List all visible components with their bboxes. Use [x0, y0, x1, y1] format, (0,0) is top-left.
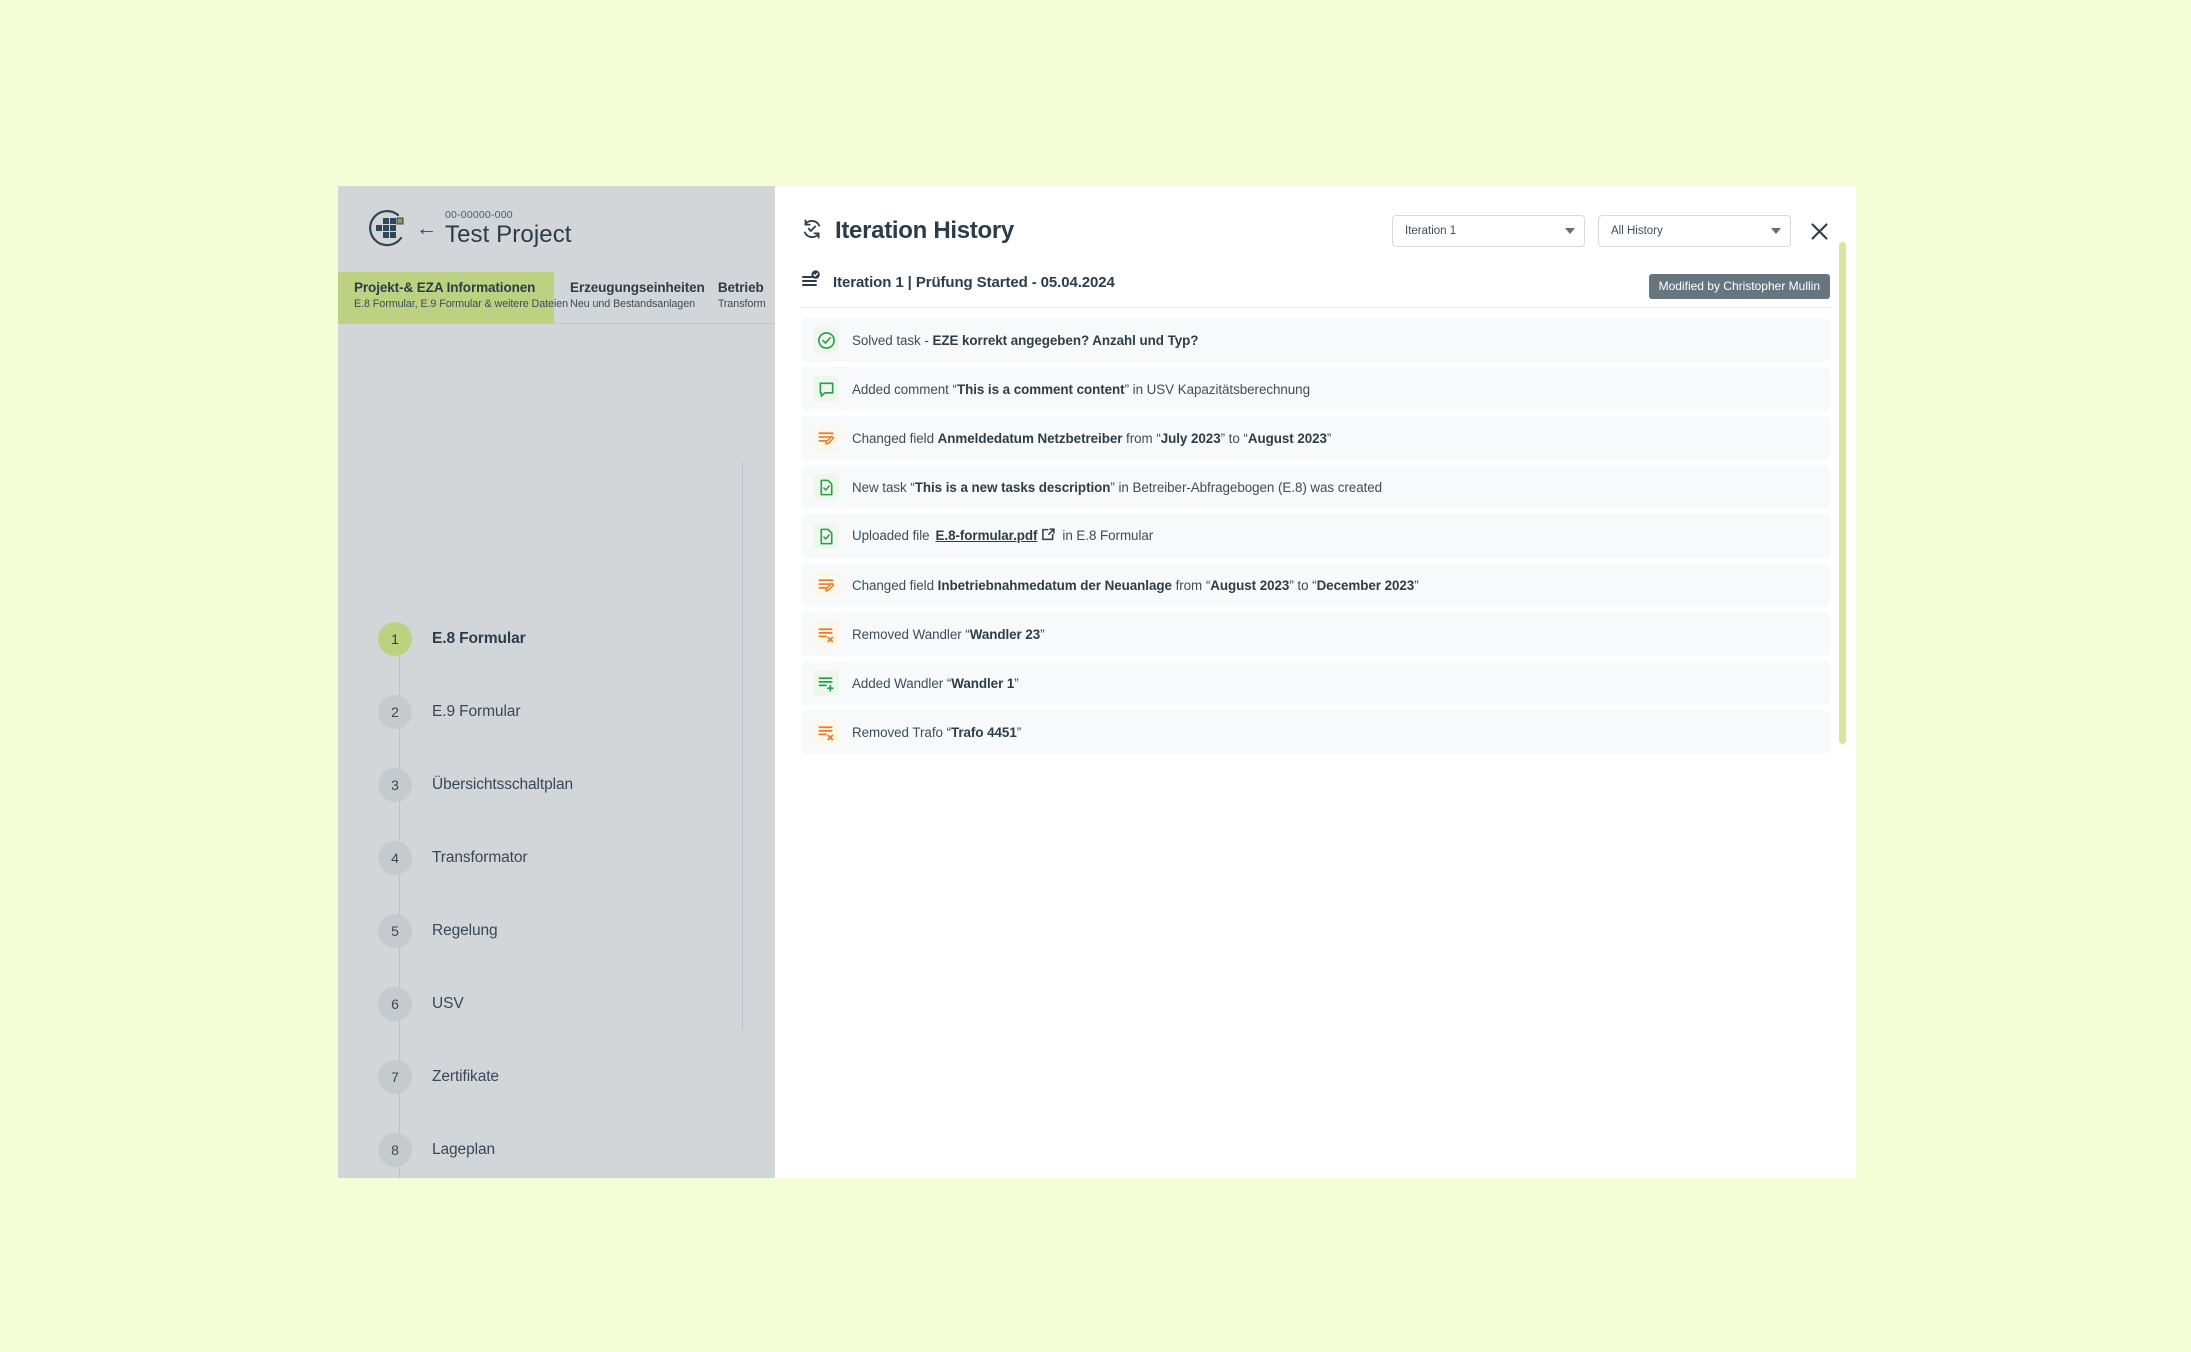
sidebar-item-uebersichtsschaltplan[interactable]: 3 Übersichtsschaltplan: [378, 748, 775, 857]
status-badge: Modified by Christopher Mullin: [1648, 274, 1830, 299]
list-item-text: Changed field Anmeldedatum Netzbetreiber…: [852, 430, 1332, 446]
chevron-down-icon: [1565, 228, 1575, 234]
iteration-subheader: Iteration 1 | Prüfung Started - 05.04.20…: [801, 268, 1830, 308]
step-number: 5: [378, 913, 412, 948]
history-filter-value: All History: [1611, 225, 1663, 237]
iteration-select-value: Iteration 1: [1405, 225, 1457, 237]
page-title: Test Project: [445, 221, 572, 249]
tab-subtitle: Transform: [717, 298, 766, 311]
list-item[interactable]: Changed field Inbetriebnahmedatum der Ne…: [801, 563, 1830, 607]
sidebar-item-zertifikate[interactable]: 7 Zertifikate: [378, 1040, 775, 1149]
panel-header: Iteration History Iteration 1 All Histor…: [775, 186, 1856, 254]
project-code: 00-00000-000: [445, 209, 513, 222]
list-item[interactable]: Added comment “This is a comment content…: [801, 367, 1830, 411]
external-link-icon[interactable]: [1041, 528, 1056, 545]
file-link[interactable]: E.8-formular.pdf: [936, 528, 1038, 543]
edit-field-icon: [813, 425, 839, 451]
history-refresh-check-icon: [801, 218, 823, 245]
step-label: Transformator: [432, 848, 528, 866]
close-icon[interactable]: [1804, 216, 1834, 246]
app-logo-icon: [364, 206, 410, 252]
remove-item-icon: [813, 621, 839, 647]
form-stepper: 1 E.8 Formular 2 E.9 Formular 3 Übersich…: [338, 602, 775, 1178]
add-item-icon: [813, 670, 839, 696]
tab-subtitle: E.8 Formular, E.9 Formular & weitere Dat…: [354, 298, 569, 311]
app-window: ← 00-00000-000 Test Project Projekt-& EZ…: [338, 186, 1856, 1178]
tab-subtitle: Neu und Bestandsanlagen: [570, 298, 696, 311]
remove-item-icon: [813, 719, 839, 745]
step-label: E.9 Formular: [432, 702, 521, 720]
tab-title: Projekt-& EZA Informationen: [354, 280, 536, 295]
project-sidebar-pane: ← 00-00000-000 Test Project Projekt-& EZ…: [338, 186, 775, 1178]
history-filter-select[interactable]: All History: [1598, 215, 1791, 247]
step-label: Zertifikate: [432, 1067, 499, 1085]
sidebar-item-lageplan[interactable]: 8 Lageplan: [378, 1113, 775, 1178]
list-item-text: Added Wandler “Wandler 1”: [852, 675, 1019, 691]
tab-betrieb[interactable]: Betrieb Transform: [702, 272, 775, 323]
sidebar-item-transformator[interactable]: 4 Transformator: [378, 821, 775, 930]
tab-title: Betrieb: [717, 280, 764, 295]
list-item[interactable]: New task “This is a new tasks descriptio…: [801, 465, 1830, 509]
list-item-text: Solved task - EZE korrekt angegeben? Anz…: [852, 332, 1199, 348]
chevron-down-icon: [1771, 228, 1781, 234]
project-header: ← 00-00000-000 Test Project: [338, 186, 775, 272]
tab-title: Erzeugungseinheiten: [570, 280, 705, 295]
step-number: 1: [378, 621, 412, 656]
list-item[interactable]: Added Wandler “Wandler 1”: [801, 661, 1830, 705]
iteration-history-panel: Iteration History Iteration 1 All Histor…: [775, 186, 1856, 1178]
sidebar-item-regelung[interactable]: 5 Regelung: [378, 894, 775, 1003]
step-number: 8: [378, 1132, 412, 1167]
check-circle-icon: [813, 327, 839, 353]
list-item[interactable]: Solved task - EZE korrekt angegeben? Anz…: [801, 318, 1830, 362]
panel-controls: Iteration 1 All History: [1392, 215, 1834, 247]
iteration-select[interactable]: Iteration 1: [1392, 215, 1585, 247]
iteration-header-text: Iteration 1 | Prüfung Started - 05.04.20…: [833, 273, 1115, 291]
upload-location: in E.8 Formular: [1062, 528, 1154, 543]
step-label: Übersichtsschaltplan: [432, 775, 574, 793]
step-label: E.8 Formular: [432, 629, 526, 647]
comment-icon: [813, 376, 839, 402]
back-arrow-icon[interactable]: ←: [416, 218, 437, 241]
panel-scrollbar[interactable]: [1839, 242, 1846, 744]
panel-title: Iteration History: [835, 217, 1014, 244]
sidebar-item-e9-formular[interactable]: 2 E.9 Formular: [378, 675, 775, 784]
tab-projekt-eza-informationen[interactable]: Projekt-& EZA Informationen E.8 Formular…: [338, 272, 569, 323]
list-item[interactable]: Removed Wandler “Wandler 23”: [801, 612, 1830, 656]
step-label: USV: [432, 994, 464, 1012]
step-number: 4: [378, 840, 412, 875]
list-item[interactable]: Removed Trafo “Trafo 4451”: [801, 710, 1830, 754]
step-number: 3: [378, 767, 412, 802]
step-number: 7: [378, 1059, 412, 1094]
step-number: 6: [378, 986, 412, 1021]
uploaded-file-icon: [813, 523, 839, 549]
list-item[interactable]: Changed field Anmeldedatum Netzbetreiber…: [801, 416, 1830, 460]
list-item-text: Changed field Inbetriebnahmedatum der Ne…: [852, 577, 1419, 593]
list-item-text: Removed Trafo “Trafo 4451”: [852, 724, 1022, 740]
step-number: 2: [378, 694, 412, 729]
tab-erzeugungseinheiten[interactable]: Erzeugungseinheiten Neu und Bestandsanla…: [554, 272, 705, 323]
upload-label: Uploaded file: [852, 528, 930, 543]
list-item-text: Uploaded file E.8-formular.pdf in E.8 Form…: [852, 527, 1153, 545]
step-label: Lageplan: [432, 1140, 495, 1158]
sidebar-item-usv[interactable]: 6 USV: [378, 967, 775, 1076]
panel-title-group: Iteration History: [801, 217, 1014, 245]
list-check-icon: [801, 269, 821, 295]
tab-strip: Projekt-& EZA Informationen E.8 Formular…: [338, 272, 775, 324]
list-item-text: Removed Wandler “Wandler 23”: [852, 626, 1045, 642]
project-titles: 00-00000-000 Test Project: [445, 209, 572, 249]
list-item-text: New task “This is a new tasks descriptio…: [852, 479, 1383, 495]
step-label: Regelung: [432, 921, 498, 939]
sidebar-item-e8-formular[interactable]: 1 E.8 Formular: [378, 602, 775, 711]
list-item-text: Added comment “This is a comment content…: [852, 381, 1310, 397]
history-list: Solved task - EZE korrekt angegeben? Anz…: [801, 318, 1830, 754]
list-item[interactable]: Uploaded file E.8-formular.pdf in E.8 Form…: [801, 514, 1830, 558]
edit-field-icon: [813, 572, 839, 598]
new-task-icon: [813, 474, 839, 500]
